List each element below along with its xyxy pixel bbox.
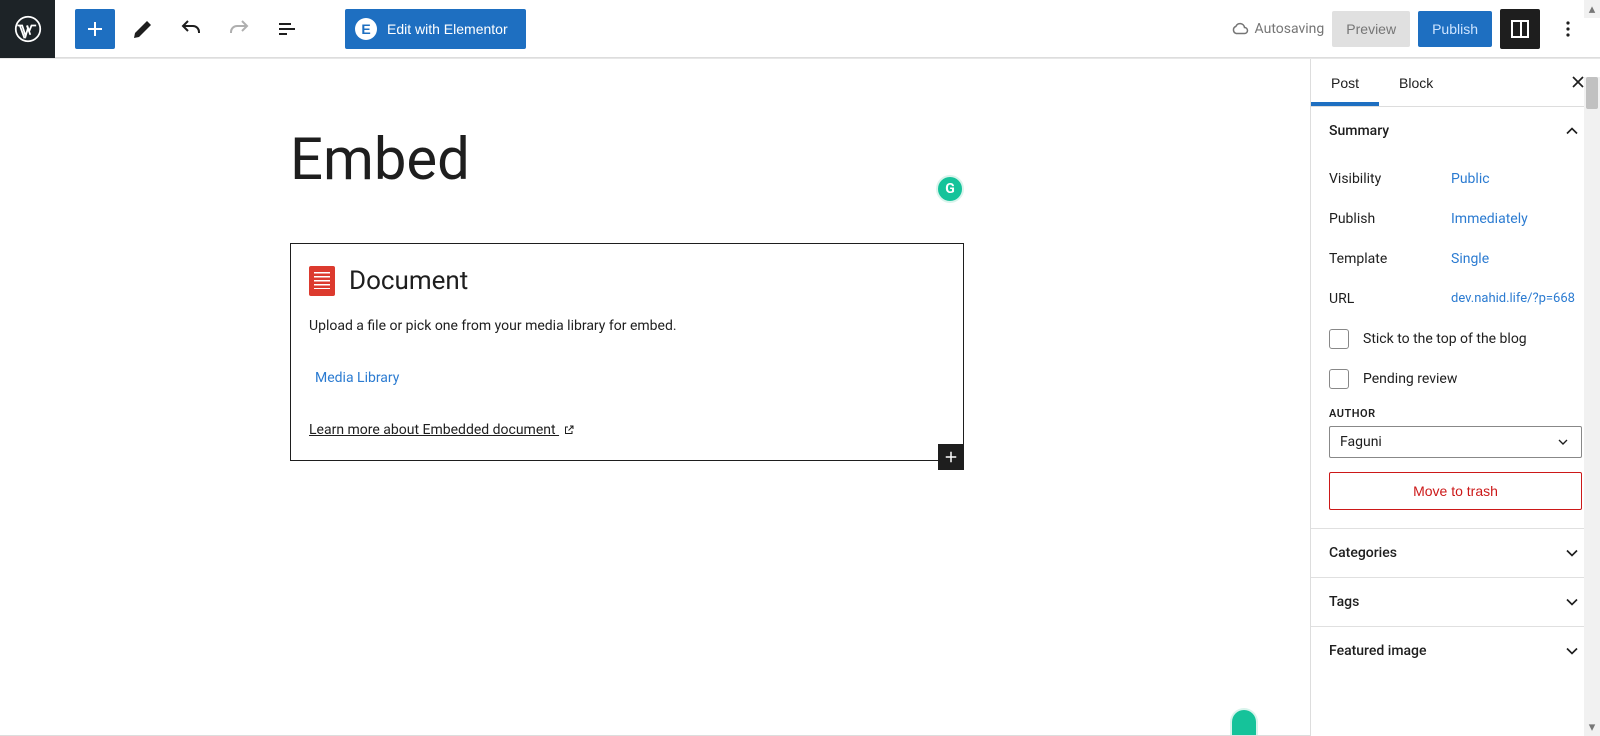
toolbar-right-group: Autosaving Preview Publish — [1231, 9, 1600, 49]
pending-review-checkbox[interactable] — [1329, 369, 1349, 389]
wordpress-logo[interactable] — [0, 0, 55, 58]
sidebar-tabs: Post Block — [1311, 59, 1600, 107]
settings-panel-toggle-button[interactable] — [1500, 9, 1540, 49]
page-scroll-down-button[interactable]: ▾ — [1584, 718, 1600, 736]
chevron-down-icon — [1562, 543, 1582, 563]
preview-button[interactable]: Preview — [1332, 11, 1410, 47]
chevron-down-icon — [1555, 434, 1571, 450]
page-scrollbar[interactable]: ▾ — [1584, 77, 1600, 736]
author-section-label: AUTHOR — [1329, 399, 1582, 426]
tools-button[interactable] — [123, 9, 163, 49]
external-link-icon — [563, 424, 575, 436]
settings-sidebar: Post Block Summary Visibility Public Pub… — [1310, 59, 1600, 736]
redo-button[interactable] — [219, 9, 259, 49]
toolbar-left-group: E Edit with Elementor — [55, 9, 526, 49]
tab-block[interactable]: Block — [1379, 59, 1453, 106]
document-icon — [309, 266, 335, 296]
block-title: Document — [349, 266, 468, 296]
media-library-button[interactable]: Media Library — [309, 366, 405, 390]
top-toolbar: E Edit with Elementor Autosaving Preview… — [0, 0, 1600, 58]
chevron-down-icon — [1562, 641, 1582, 661]
cloud-icon — [1231, 20, 1249, 38]
panel-categories-toggle[interactable]: Categories — [1311, 529, 1600, 577]
document-overview-button[interactable] — [267, 9, 307, 49]
stick-top-label: Stick to the top of the blog — [1363, 331, 1527, 347]
url-value[interactable]: dev.nahid.life/?p=668 — [1451, 291, 1575, 307]
grammarly-icon[interactable]: G — [936, 175, 964, 203]
template-value[interactable]: Single — [1451, 251, 1489, 267]
elementor-icon: E — [355, 18, 377, 40]
editor-canvas[interactable]: Embed G Document Upload a file or pick o… — [0, 59, 1310, 736]
add-block-toggle-button[interactable] — [75, 9, 115, 49]
edit-with-elementor-button[interactable]: E Edit with Elementor — [345, 9, 526, 49]
undo-button[interactable] — [171, 9, 211, 49]
grammarly-icon[interactable] — [1230, 708, 1258, 736]
autosave-status: Autosaving — [1231, 20, 1325, 38]
url-label: URL — [1329, 291, 1451, 307]
chevron-up-icon — [1562, 121, 1582, 141]
move-to-trash-button[interactable]: Move to trash — [1329, 472, 1582, 510]
publish-label: Publish — [1329, 211, 1451, 227]
tab-post[interactable]: Post — [1311, 59, 1379, 106]
options-menu-button[interactable] — [1548, 9, 1588, 49]
panel-featured-image-toggle[interactable]: Featured image — [1311, 627, 1600, 675]
visibility-label: Visibility — [1329, 171, 1451, 187]
template-label: Template — [1329, 251, 1451, 267]
page-scroll-up-button[interactable]: ▴ — [1584, 0, 1600, 18]
panel-tags-toggle[interactable]: Tags — [1311, 578, 1600, 626]
edit-with-elementor-label: Edit with Elementor — [387, 21, 508, 37]
publish-button[interactable]: Publish — [1418, 11, 1492, 47]
panel-summary-toggle[interactable]: Summary — [1311, 107, 1600, 155]
pending-review-label: Pending review — [1363, 371, 1457, 387]
author-select[interactable]: Faguni — [1329, 426, 1582, 458]
visibility-value[interactable]: Public — [1451, 171, 1490, 187]
chevron-down-icon — [1562, 592, 1582, 612]
panel-summary: Summary Visibility Public Publish Immedi… — [1311, 107, 1600, 529]
document-embed-block[interactable]: Document Upload a file or pick one from … — [290, 243, 964, 461]
publish-value[interactable]: Immediately — [1451, 211, 1528, 227]
learn-more-link[interactable]: Learn more about Embedded document — [309, 422, 575, 438]
stick-top-checkbox[interactable] — [1329, 329, 1349, 349]
add-block-inline-button[interactable] — [938, 444, 964, 470]
block-description: Upload a file or pick one from your medi… — [309, 318, 945, 334]
post-title[interactable]: Embed — [290, 129, 964, 193]
